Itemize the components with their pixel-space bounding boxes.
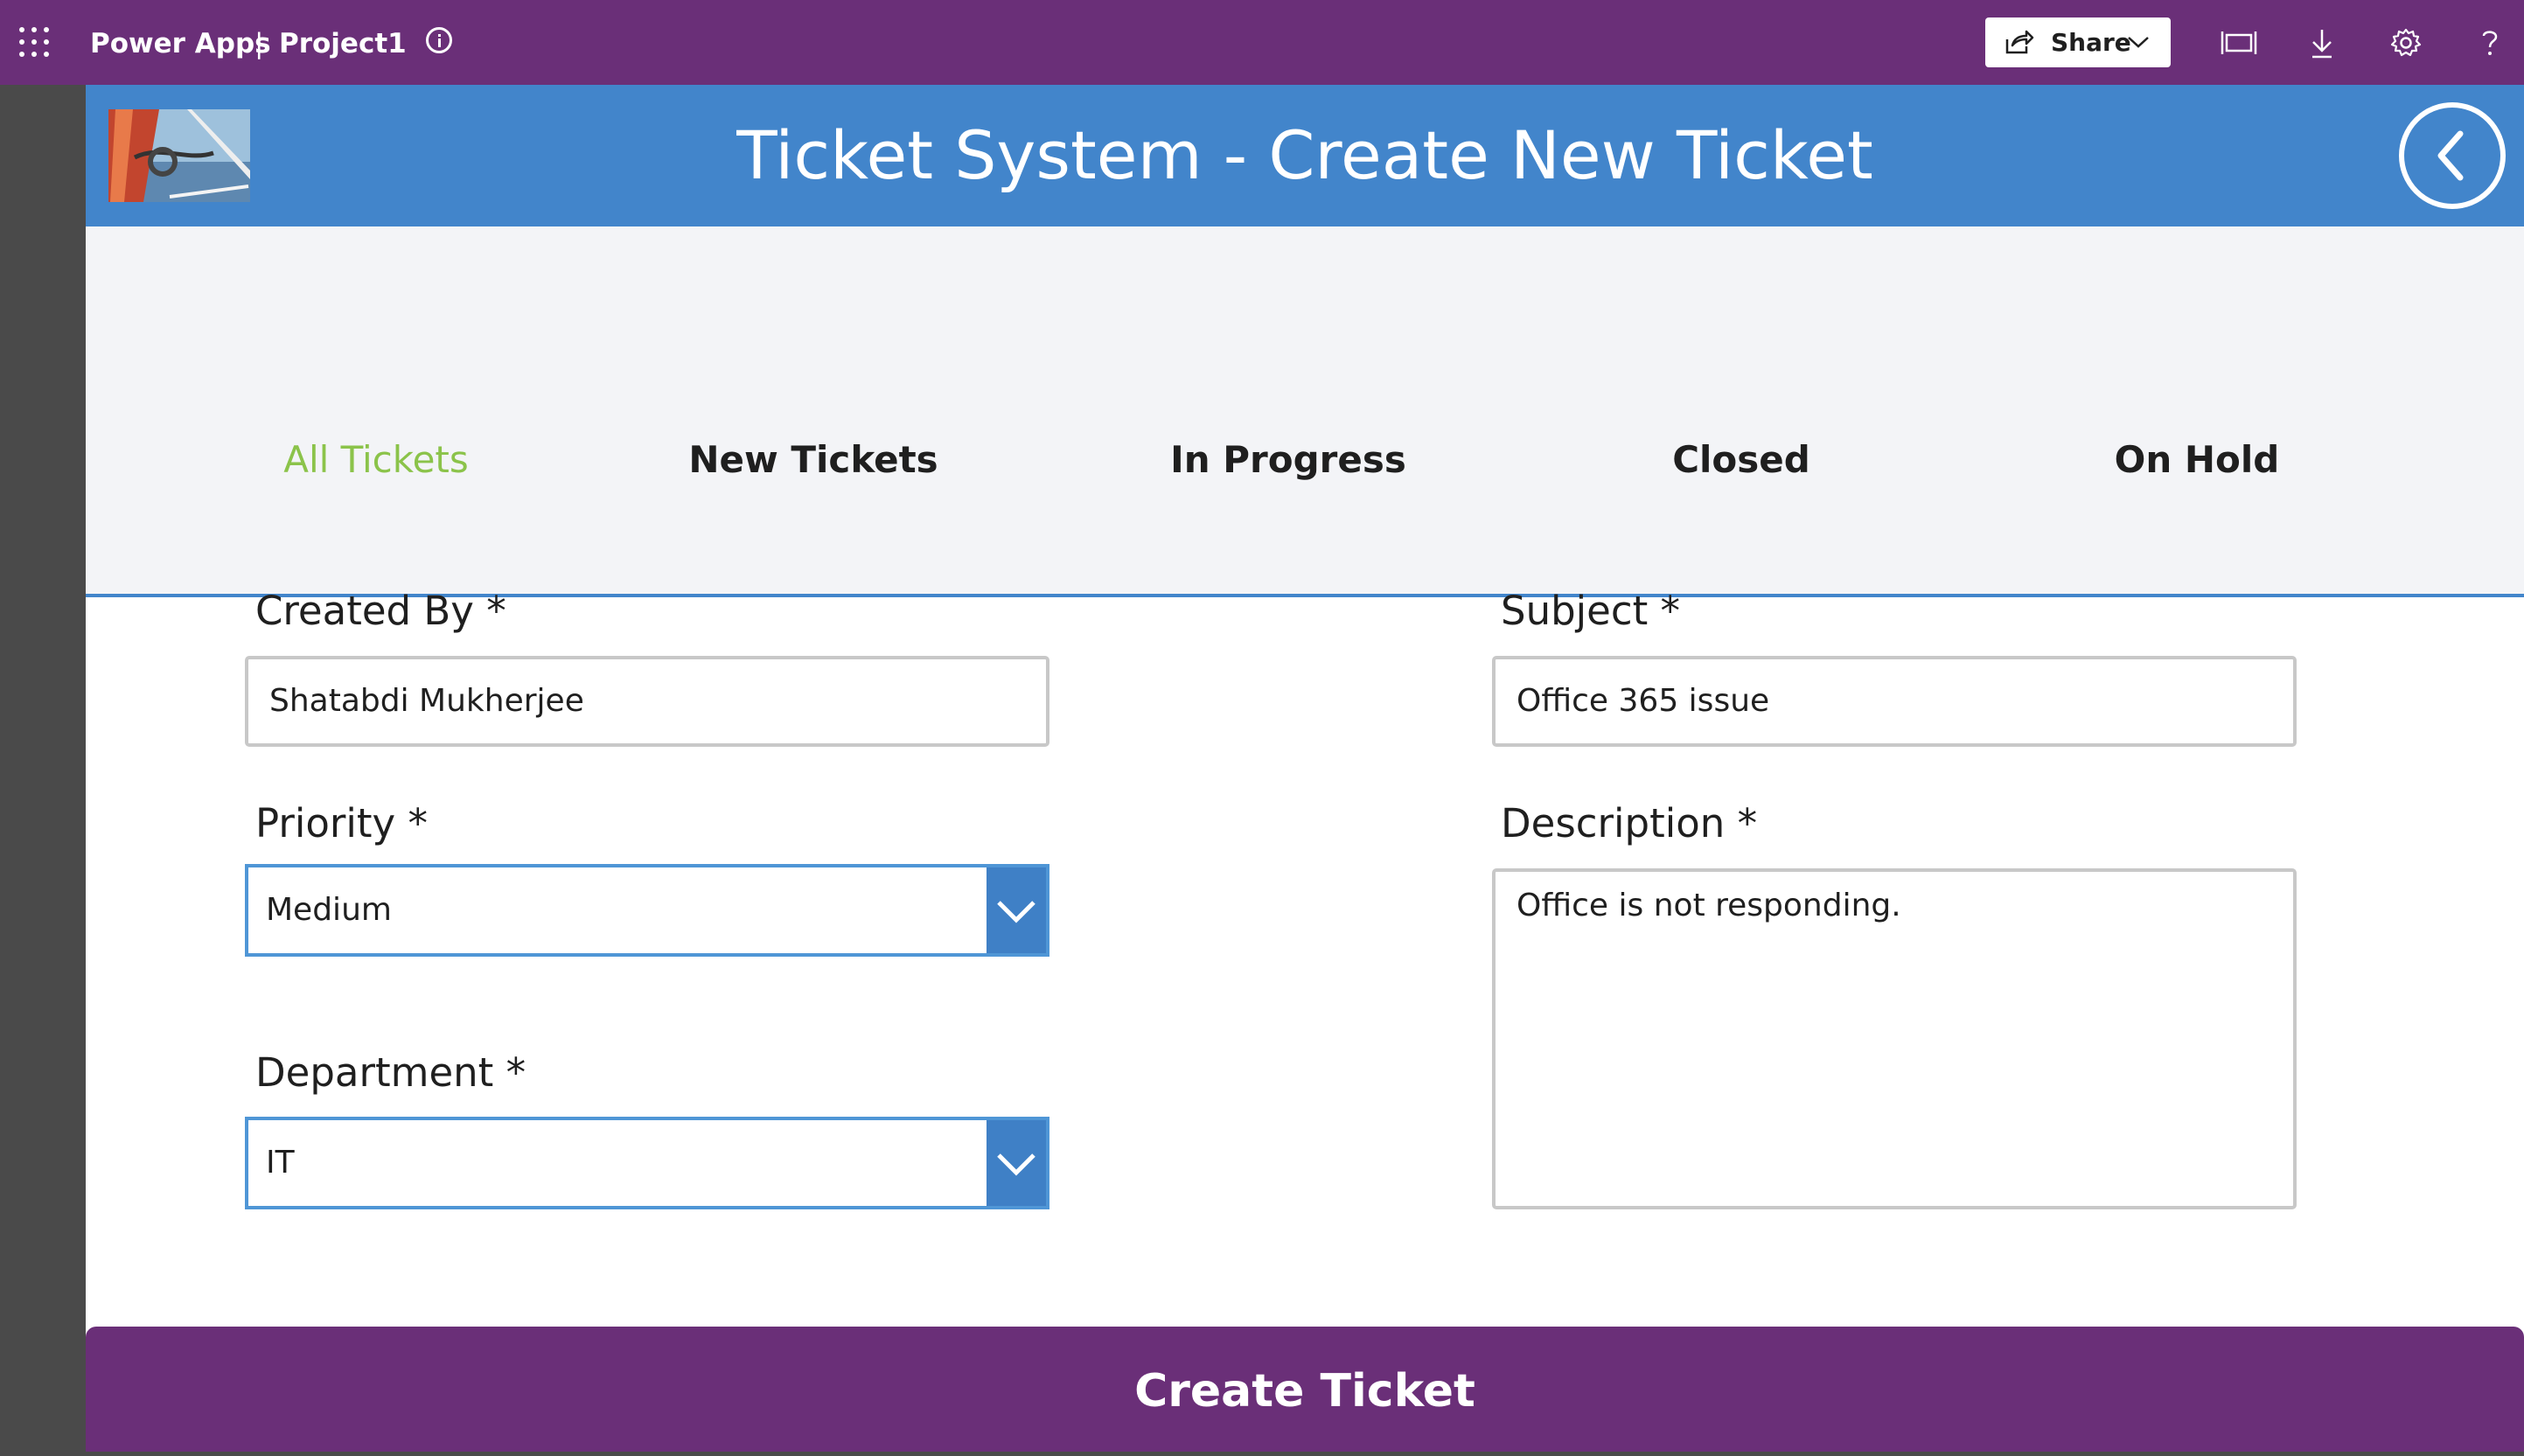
download-icon[interactable]: [2302, 23, 2342, 63]
subject-label: Subject *: [1501, 588, 1681, 634]
help-icon[interactable]: [2470, 23, 2510, 63]
suite-bar: Power Apps | Project1 Share: [0, 0, 2524, 85]
tab-new-tickets[interactable]: New Tickets: [688, 226, 938, 597]
info-icon[interactable]: [426, 27, 452, 53]
tab-on-hold[interactable]: On Hold: [2115, 226, 2280, 597]
tab-closed[interactable]: Closed: [1672, 226, 1810, 597]
chevron-down-icon: [2128, 37, 2149, 48]
created-by-label: Created By *: [255, 588, 506, 634]
tab-in-progress[interactable]: In Progress: [1170, 226, 1406, 597]
description-field[interactable]: Office is not responding.: [1492, 868, 2297, 1209]
tab-all-tickets[interactable]: All Tickets: [283, 226, 469, 597]
share-button[interactable]: Share: [1985, 17, 2171, 67]
back-button[interactable]: [2399, 102, 2506, 209]
app-name[interactable]: Power Apps: [90, 0, 271, 85]
department-dropdown[interactable]: IT: [245, 1117, 1049, 1209]
fit-to-window-icon[interactable]: [2219, 23, 2259, 63]
chevron-down-icon[interactable]: [987, 867, 1046, 953]
waffle-icon[interactable]: [19, 27, 51, 59]
department-label: Department *: [255, 1049, 526, 1096]
chevron-left-icon: [2437, 130, 2464, 181]
project-name[interactable]: Project1: [279, 0, 407, 85]
title-separator: |: [254, 28, 264, 59]
app-canvas: Ticket System - Create New Ticket All Ti…: [86, 85, 2524, 1452]
status-nav: All Tickets New Tickets In Progress Clos…: [86, 226, 2524, 597]
priority-label: Priority *: [255, 800, 428, 846]
subject-field[interactable]: Office 365 issue: [1492, 656, 2297, 747]
page-title: Ticket System - Create New Ticket: [736, 116, 1873, 194]
department-value: IT: [266, 1145, 295, 1181]
app-header: Ticket System - Create New Ticket: [86, 85, 2524, 226]
description-label: Description *: [1501, 800, 1758, 846]
created-by-field[interactable]: Shatabdi Mukherjee: [245, 656, 1049, 747]
chevron-down-icon[interactable]: [987, 1120, 1046, 1206]
priority-value: Medium: [266, 892, 392, 928]
settings-icon[interactable]: [2386, 23, 2426, 63]
share-label: Share: [2051, 28, 2131, 57]
share-icon: [2005, 30, 2034, 54]
priority-dropdown[interactable]: Medium: [245, 864, 1049, 957]
create-ticket-button[interactable]: Create Ticket: [86, 1327, 2524, 1452]
